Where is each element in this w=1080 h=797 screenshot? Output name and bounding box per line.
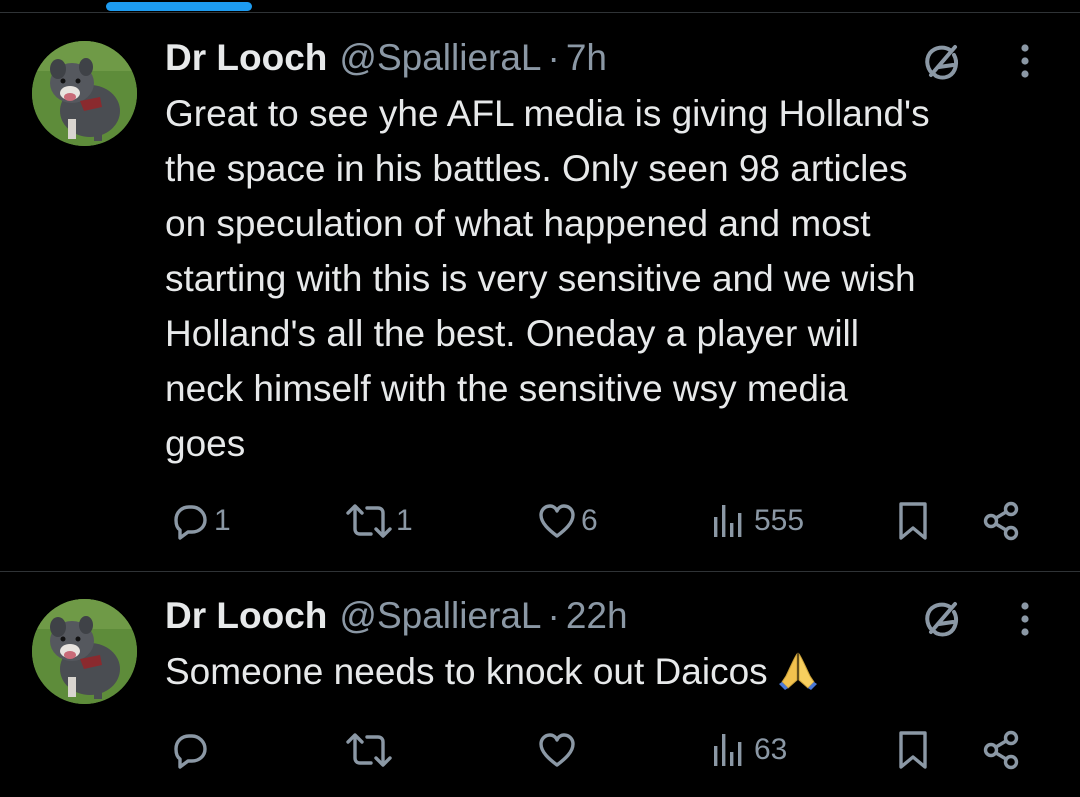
views-button[interactable]: 555	[708, 493, 804, 549]
reply-button[interactable]: 1	[168, 493, 231, 549]
folded-hands-icon	[778, 650, 818, 705]
tweet-text-content: Someone needs to knock out Daicos	[165, 651, 768, 692]
like-button[interactable]: 6	[535, 493, 598, 549]
tweet-actions: 1 1 6 555	[0, 493, 1080, 549]
tweet-header: Dr Looch @SpallieraL · 7h	[165, 35, 607, 81]
views-icon	[708, 728, 752, 772]
tweet[interactable]: Dr Looch @SpallieraL · 22h Someone needs…	[0, 572, 1080, 797]
tweet-text-line: Holland's all the best. Oneday a player …	[165, 313, 859, 354]
bookmark-icon	[893, 499, 933, 543]
bookmark-button[interactable]	[893, 722, 933, 778]
like-count: 6	[581, 504, 598, 537]
avatar[interactable]	[32, 41, 137, 146]
display-name[interactable]: Dr Looch	[165, 35, 327, 81]
views-button[interactable]: 63	[708, 722, 787, 778]
repost-button[interactable]	[344, 722, 396, 778]
heart-icon	[535, 499, 579, 543]
bookmark-button[interactable]	[893, 493, 933, 549]
tweet-text-line: Someone needs to knock out Daicos	[165, 644, 1065, 705]
tweet-text: Great to see yhe AFL media is giving Hol…	[165, 86, 1065, 471]
tweet-text: Someone needs to knock out Daicos	[165, 644, 1065, 705]
tweet[interactable]: Dr Looch @SpallieraL · 7h Great to see y…	[0, 13, 1080, 571]
views-count: 63	[754, 733, 788, 766]
more-icon[interactable]	[1010, 597, 1040, 641]
tweet-text-line: goes	[165, 423, 246, 464]
views-icon	[708, 499, 752, 543]
bookmark-icon	[893, 728, 933, 772]
repost-button[interactable]: 1	[344, 493, 413, 549]
tweet-actions: 63	[0, 722, 1080, 778]
reply-icon	[168, 499, 212, 543]
user-handle[interactable]: @SpallieraL	[339, 593, 541, 639]
share-icon	[980, 728, 1024, 772]
separator-dot: ·	[547, 37, 560, 78]
heart-icon	[535, 728, 579, 772]
reply-icon	[168, 728, 212, 772]
avatar[interactable]	[32, 599, 137, 704]
reply-button[interactable]	[168, 722, 214, 778]
repost-icon	[344, 499, 394, 543]
active-tab-indicator	[106, 2, 252, 11]
tweet-header: Dr Looch @SpallieraL · 22h	[165, 593, 628, 639]
timestamp[interactable]: 7h	[566, 35, 607, 81]
tweet-text-line: starting with this is very sensitive and…	[165, 258, 916, 299]
share-icon	[980, 499, 1024, 543]
tweet-text-line: the space in his battles. Only seen 98 a…	[165, 148, 908, 189]
tweet-text-line: on speculation of what happened and most	[165, 203, 871, 244]
grok-icon[interactable]	[918, 38, 966, 86]
display-name[interactable]: Dr Looch	[165, 593, 327, 639]
share-button[interactable]	[980, 493, 1024, 549]
like-button[interactable]	[535, 722, 581, 778]
share-button[interactable]	[980, 722, 1024, 778]
repost-count: 1	[396, 504, 413, 537]
more-icon[interactable]	[1010, 39, 1040, 83]
tweet-text-line: Great to see yhe AFL media is giving Hol…	[165, 93, 930, 134]
separator-dot: ·	[547, 595, 560, 636]
grok-icon[interactable]	[918, 595, 966, 643]
tweet-text-line: neck himself with the sensitive wsy medi…	[165, 368, 848, 409]
views-count: 555	[754, 504, 805, 537]
user-handle[interactable]: @SpallieraL	[339, 35, 541, 81]
repost-icon	[344, 728, 394, 772]
timestamp[interactable]: 22h	[566, 593, 628, 639]
reply-count: 1	[214, 504, 231, 537]
